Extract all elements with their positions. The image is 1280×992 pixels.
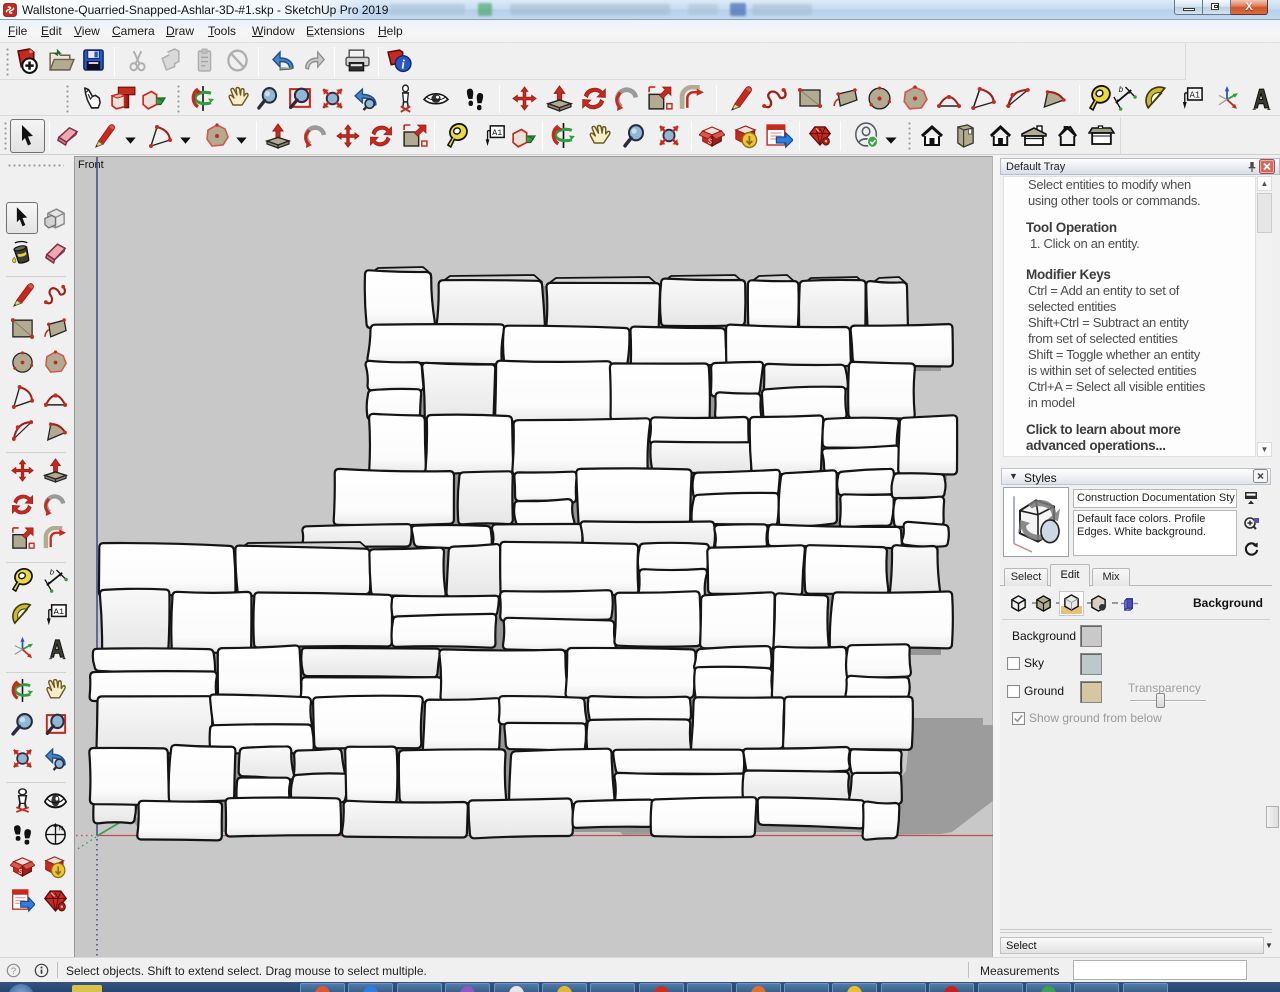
svg-text:A1: A1 bbox=[54, 607, 64, 617]
svg-text:A1: A1 bbox=[1190, 90, 1200, 100]
svg-text:?: ? bbox=[11, 966, 16, 976]
svg-text:b: b bbox=[50, 568, 55, 577]
svg-text:A1: A1 bbox=[492, 128, 502, 138]
svg-text:N: N bbox=[58, 826, 63, 833]
svg-text:i: i bbox=[401, 57, 405, 71]
svg-text:b: b bbox=[1119, 85, 1124, 94]
